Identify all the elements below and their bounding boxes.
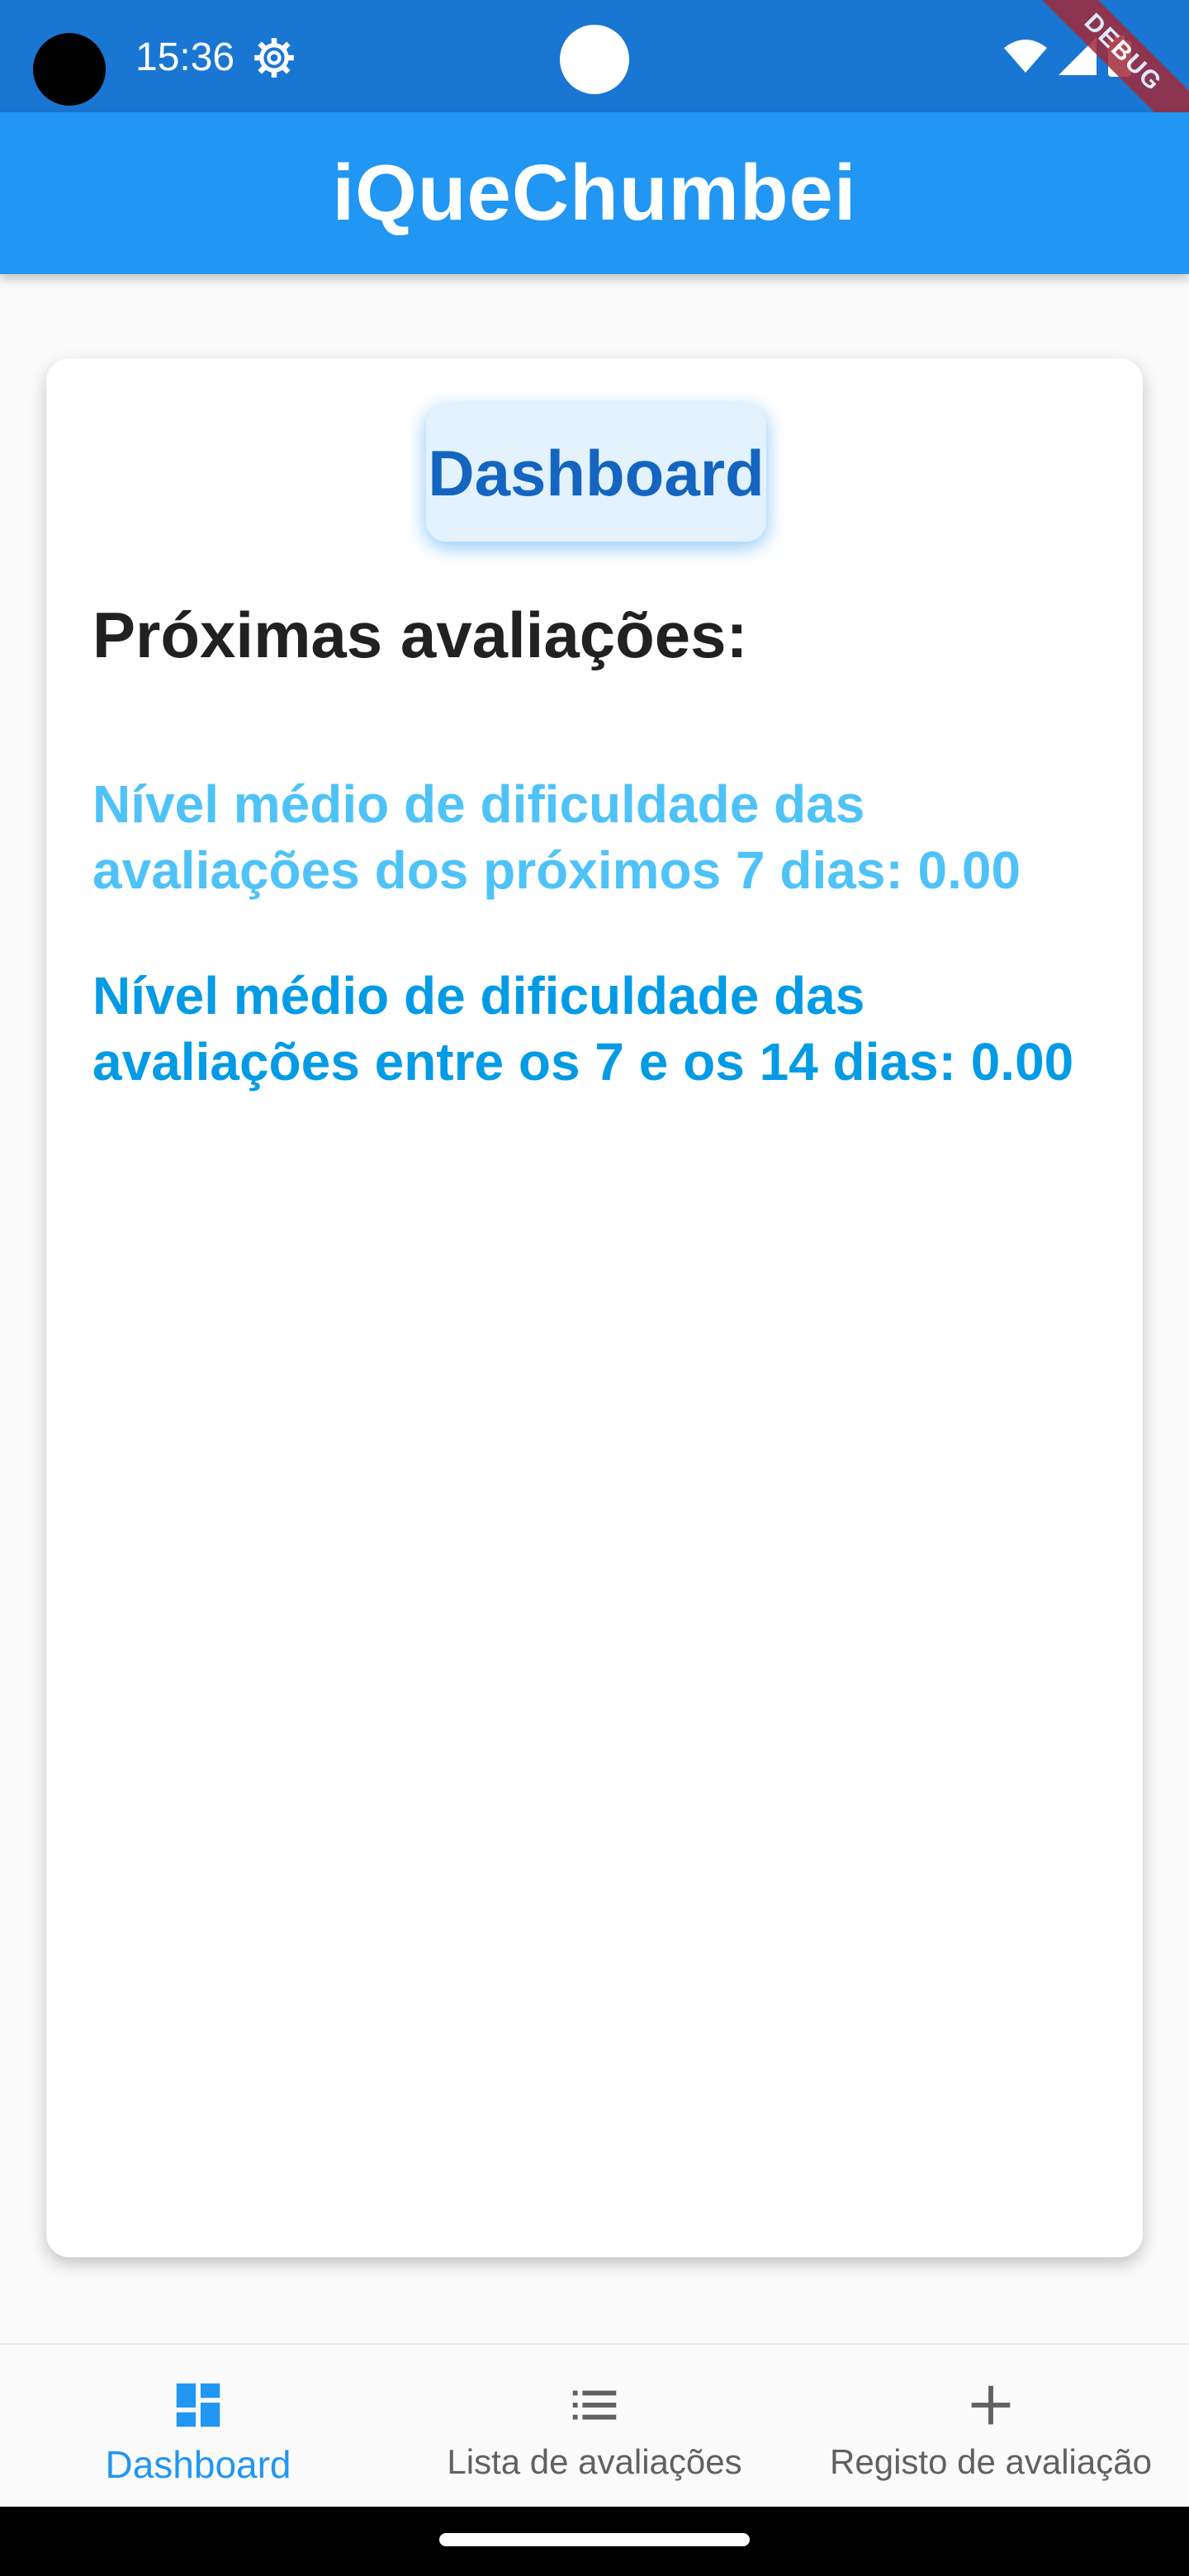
status-time: 15:36 [135, 36, 235, 79]
camera-cutout [33, 33, 106, 106]
dashboard-icon [176, 2383, 220, 2427]
nav-item-lista-de-avaliacoes[interactable]: Lista de avaliações [396, 2345, 793, 2508]
nav-item-registo-de-avaliacao[interactable]: Registo de avaliação [793, 2345, 1189, 2508]
add-icon [971, 2385, 1011, 2425]
nav-item-dashboard[interactable]: Dashboard [0, 2345, 396, 2508]
home-gesture-pill[interactable] [439, 2533, 750, 2546]
dashboard-chip: Dashboard [426, 405, 766, 542]
gesture-navigation-area [0, 2507, 1189, 2576]
wifi-icon [1004, 40, 1047, 73]
list-icon [572, 2390, 617, 2420]
nav-label-dashboard: Dashboard [105, 2443, 291, 2486]
stat-next-7-days: Nível médio de dificuldade das avaliaçõe… [92, 774, 1021, 900]
front-sensor [560, 25, 629, 94]
app-title: iQueChumbei [332, 149, 857, 237]
dashboard-card: Dashboard Próximas avaliações: Nível méd… [46, 358, 1143, 2257]
status-bar: 15:36 DEBUG [0, 0, 1189, 167]
bottom-navigation: Dashboard Lista de avaliações Registo de… [0, 2343, 1189, 2508]
stat-7-to-14-days: Nível médio de dificuldade das avaliaçõe… [92, 966, 1074, 1091]
settings-gear-icon [254, 38, 294, 78]
section-title: Próximas avaliações: [92, 599, 748, 671]
nav-label-lista: Lista de avaliações [447, 2442, 742, 2481]
nav-label-registo: Registo de avaliação [830, 2442, 1152, 2481]
app-bar: iQueChumbei [0, 112, 1189, 274]
